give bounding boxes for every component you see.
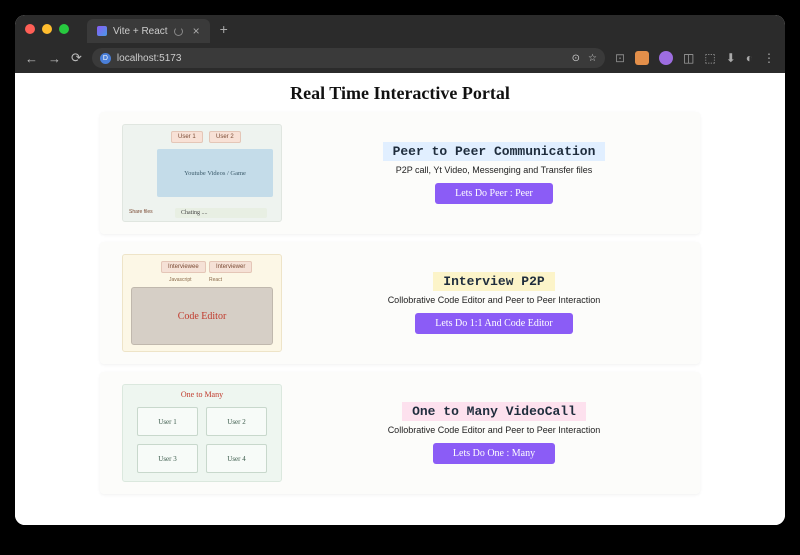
extension-icon[interactable] [635, 51, 649, 65]
illus-title: One to Many [123, 390, 281, 399]
site-info-icon[interactable]: D [100, 53, 111, 64]
interview-cta-button[interactable]: Lets Do 1:1 And Code Editor [415, 313, 573, 334]
address-bar[interactable]: D localhost:5173 ⊙ ☆ [92, 48, 605, 68]
close-window-button[interactable] [25, 24, 35, 34]
profile-icon[interactable]: ◐ [746, 51, 753, 65]
feature-heading: Interview P2P [433, 272, 554, 291]
search-icon[interactable]: ⊙ [572, 53, 580, 64]
reload-button[interactable]: ⟳ [71, 50, 82, 66]
browser-window: Vite + React × + ← → ⟳ D localhost:5173 … [15, 15, 785, 525]
chat-box: Chating .... [175, 208, 267, 218]
extension-icon[interactable]: ⊡ [615, 51, 625, 65]
share-label: Share files [129, 210, 153, 215]
url-text: localhost:5173 [117, 53, 182, 64]
lang-label: Javascript [169, 277, 192, 283]
feature-description: Collobrative Code Editor and Peer to Pee… [388, 295, 601, 305]
user-chip: User 2 [209, 131, 241, 143]
user-chip: User 1 [171, 131, 203, 143]
feature-heading: Peer to Peer Communication [383, 142, 606, 161]
editor-box: Code Editor [131, 287, 273, 345]
menu-icon[interactable]: ⋮ [763, 51, 775, 65]
onetomany-illustration: One to Many User 1 User 2 User 3 User 4 [122, 384, 282, 482]
browser-toolbar: ← → ⟳ D localhost:5173 ⊙ ☆ ⊡ ◫ ⬚ ⬇ ◐ ⋮ [15, 43, 785, 73]
close-tab-icon[interactable]: × [193, 24, 200, 38]
user-cell: User 1 [137, 407, 198, 436]
browser-tab[interactable]: Vite + React × [87, 19, 210, 43]
video-box: Youtube Videos / Game [157, 149, 273, 197]
extension-icon[interactable]: ⬚ [704, 51, 715, 65]
user-cell: User 4 [206, 444, 267, 473]
feature-info: Peer to Peer Communication P2P call, Yt … [310, 142, 678, 204]
p2p-cta-button[interactable]: Lets Do Peer : Peer [435, 183, 553, 204]
user-cell: User 3 [137, 444, 198, 473]
feature-description: P2P call, Yt Video, Messenging and Trans… [396, 165, 593, 175]
page-title: Real Time Interactive Portal [15, 83, 785, 104]
tab-title: Vite + React [113, 26, 168, 37]
feature-card-interview: Interviewee Interviewer Javascript React… [100, 242, 700, 364]
feature-info: Interview P2P Collobrative Code Editor a… [310, 272, 678, 334]
onetomany-cta-button[interactable]: Lets Do One : Many [433, 443, 555, 464]
feature-card-onetomany: One to Many User 1 User 2 User 3 User 4 … [100, 372, 700, 494]
forward-button[interactable]: → [48, 51, 61, 66]
feature-card-p2p: User 1 User 2 Youtube Videos / Game Shar… [100, 112, 700, 234]
extension-icons: ⊡ ◫ ⬚ ⬇ ◐ ⋮ [615, 51, 775, 65]
feature-heading: One to Many VideoCall [402, 402, 586, 421]
minimize-window-button[interactable] [42, 24, 52, 34]
p2p-illustration: User 1 User 2 Youtube Videos / Game Shar… [122, 124, 282, 222]
user-cell: User 2 [206, 407, 267, 436]
role-chip: Interviewer [209, 261, 252, 273]
tab-favicon [97, 26, 107, 36]
interview-illustration: Interviewee Interviewer Javascript React… [122, 254, 282, 352]
new-tab-button[interactable]: + [220, 21, 228, 37]
lang-label: React [209, 277, 222, 283]
loading-spinner-icon [174, 27, 183, 36]
feature-description: Collobrative Code Editor and Peer to Pee… [388, 425, 601, 435]
role-chip: Interviewee [161, 261, 206, 273]
page-content: Real Time Interactive Portal User 1 User… [15, 73, 785, 525]
maximize-window-button[interactable] [59, 24, 69, 34]
download-icon[interactable]: ⬇ [726, 51, 736, 65]
feature-info: One to Many VideoCall Collobrative Code … [310, 402, 678, 464]
extension-icon[interactable] [659, 51, 673, 65]
bookmark-icon[interactable]: ☆ [588, 53, 597, 64]
titlebar: Vite + React × + [15, 15, 785, 43]
back-button[interactable]: ← [25, 51, 38, 66]
window-controls [25, 24, 69, 34]
extensions-menu-icon[interactable]: ◫ [683, 51, 694, 65]
